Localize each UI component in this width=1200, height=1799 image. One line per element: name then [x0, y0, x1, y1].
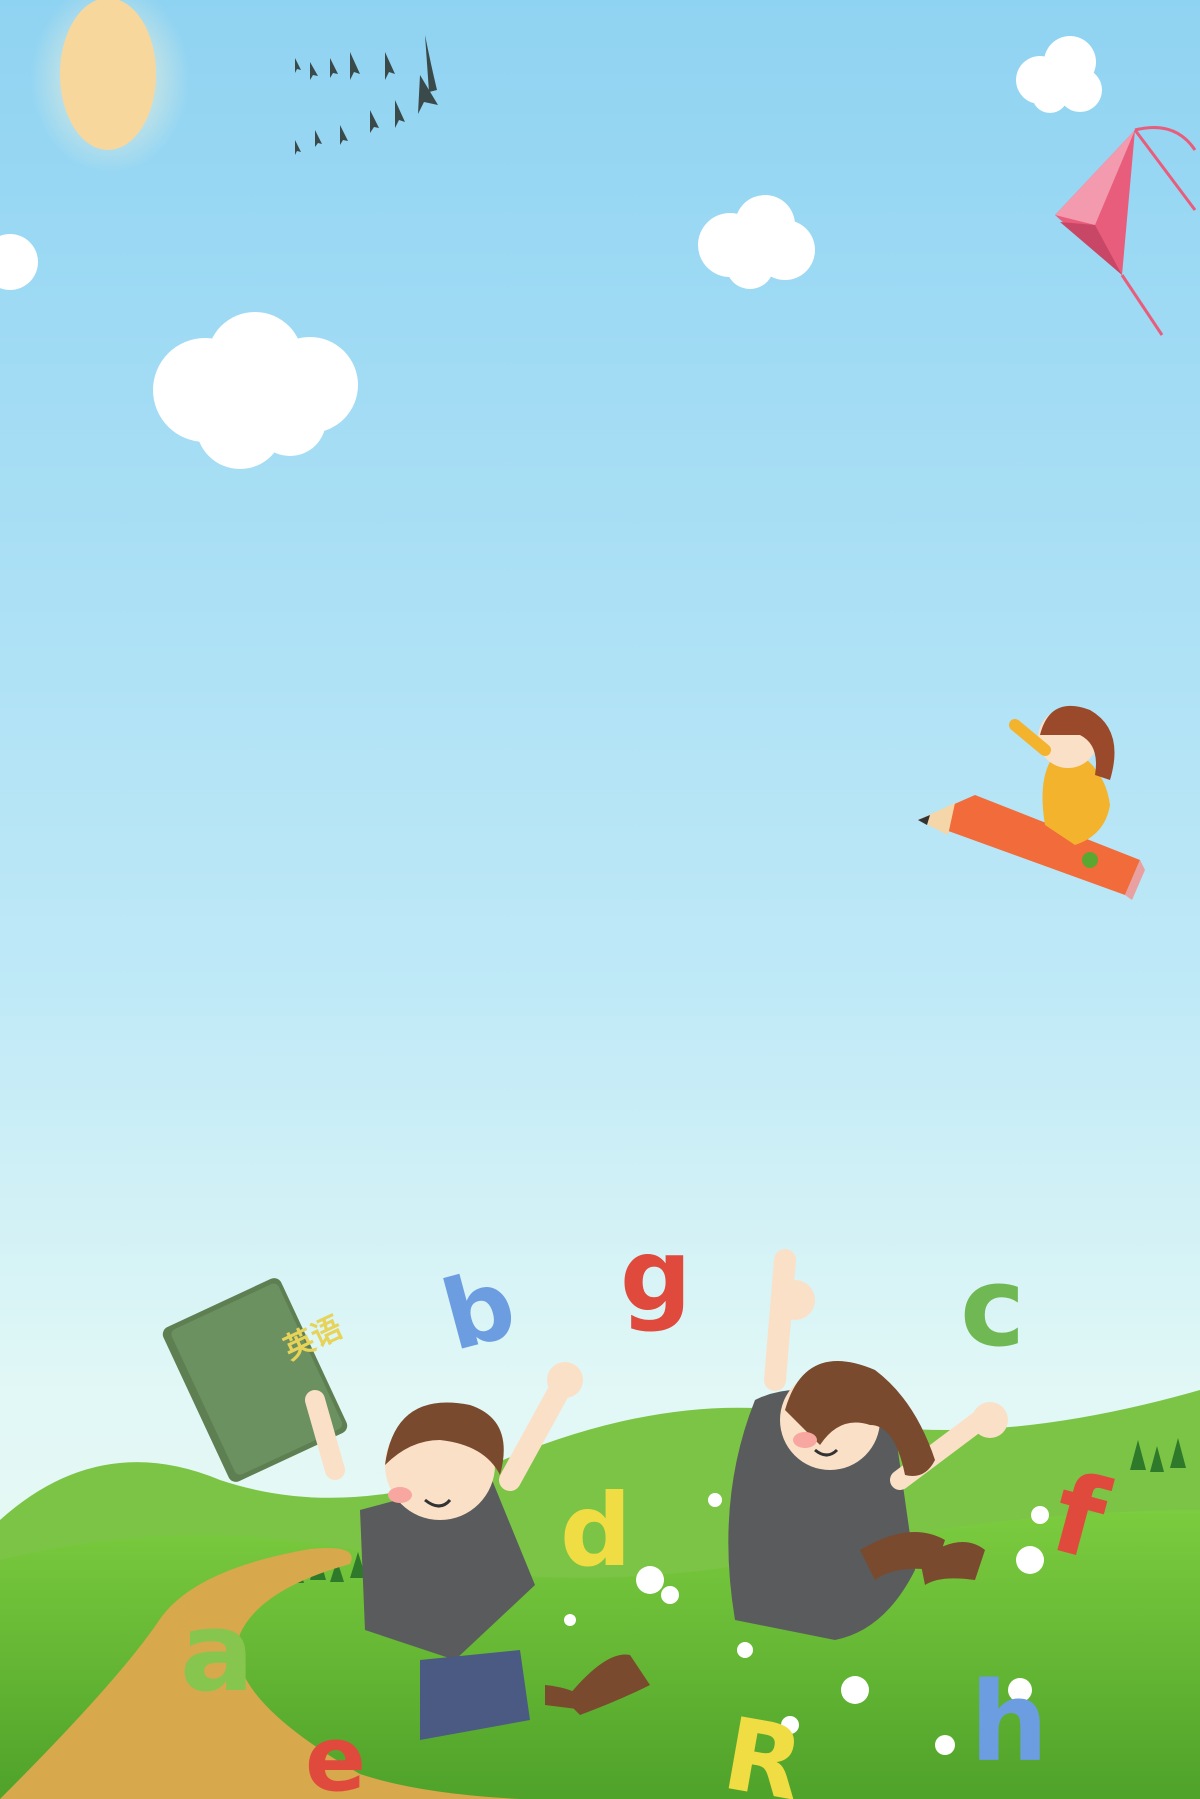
letter-h: h: [970, 1658, 1048, 1786]
letter-d: d: [560, 1472, 632, 1589]
letter-g: g: [620, 1217, 692, 1334]
letter-e: e: [305, 1707, 366, 1799]
letter-a: a: [180, 1588, 254, 1716]
illustration-scene: 英语 b g c d f a e R h: [0, 0, 1200, 1799]
letter-c: c: [960, 1243, 1025, 1371]
